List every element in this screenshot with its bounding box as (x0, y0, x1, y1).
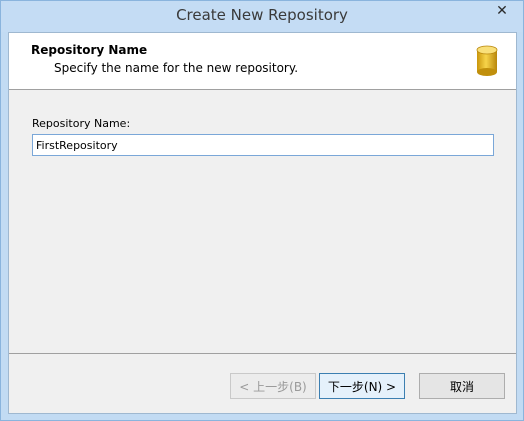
footer-divider (9, 353, 516, 354)
wizard-header: Repository Name Specify the name for the… (9, 33, 516, 90)
back-button[interactable]: < 上一步(B) (230, 373, 316, 399)
repository-name-label: Repository Name: (32, 117, 131, 130)
next-button[interactable]: 下一步(N) > (319, 373, 405, 399)
window-title: Create New Repository (176, 6, 348, 24)
database-icon (476, 45, 498, 76)
close-button[interactable]: ✕ (487, 2, 517, 22)
cancel-button[interactable]: 取消 (419, 373, 505, 399)
repository-name-input[interactable] (32, 134, 494, 156)
dialog-window: Create New Repository ✕ Repository Name … (0, 0, 524, 421)
page-title: Repository Name (31, 43, 148, 57)
close-icon: ✕ (496, 3, 508, 19)
title-bar[interactable]: Create New Repository ✕ (1, 1, 523, 32)
dialog-body: Repository Name Specify the name for the… (8, 32, 517, 414)
page-subtitle: Specify the name for the new repository. (54, 61, 299, 75)
